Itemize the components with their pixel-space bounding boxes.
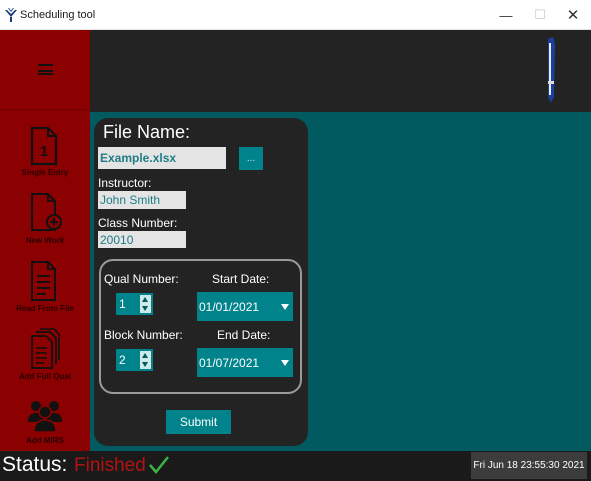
add-mirs-icon: [28, 401, 62, 433]
block-number-label: Block Number:: [104, 328, 183, 342]
maximize-button[interactable]: ☐: [522, 4, 558, 26]
spin-down-icon[interactable]: [142, 362, 148, 367]
sidebar-item-label: New Work: [25, 236, 65, 245]
end-date-picker[interactable]: 01/07/2021: [197, 348, 293, 377]
qual-number-value: 1: [119, 297, 126, 311]
spin-up-icon[interactable]: [142, 353, 148, 358]
status-value: Finished: [74, 455, 146, 476]
submit-button[interactable]: Submit: [166, 410, 231, 434]
block-number-spinbox[interactable]: 2: [116, 349, 153, 371]
dropdown-arrow-icon[interactable]: [281, 304, 289, 310]
dropdown-arrow-icon[interactable]: [281, 360, 289, 366]
spin-arrows: [140, 295, 151, 313]
qual-number-label: Qual Number:: [104, 272, 179, 286]
end-date-value: 01/07/2021: [199, 356, 260, 370]
file-name-label: File Name:: [103, 122, 191, 142]
single-entry-icon: 1: [30, 126, 58, 166]
menu-toggle-button[interactable]: [0, 30, 90, 110]
add-full-qual-icon: [31, 328, 60, 369]
app-logo-icon: [5, 8, 17, 22]
sidebar-item-label: Add Full Qual: [19, 372, 71, 381]
sidebar-item-single-entry[interactable]: 1 Single Entry: [0, 126, 90, 192]
start-date-picker[interactable]: 01/01/2021: [197, 292, 293, 321]
minimize-button[interactable]: —: [488, 4, 524, 26]
single-entry-number: 1: [40, 143, 48, 160]
sidebar-item-add-full-qual[interactable]: Add Full Qual: [0, 328, 90, 394]
pen-icon: [548, 37, 555, 103]
class-number-label: Class Number:: [98, 216, 178, 230]
instructor-label: Instructor:: [98, 176, 152, 190]
new-work-icon: [31, 193, 62, 231]
hamburger-icon: [37, 64, 53, 75]
sidebar-item-label: Single Entry: [21, 168, 69, 177]
block-number-value: 2: [119, 353, 126, 367]
check-icon: [149, 456, 169, 474]
spin-arrows: [140, 351, 151, 369]
window-title: Scheduling tool: [20, 9, 96, 21]
header-bar: [90, 30, 591, 112]
sidebar: 1 Single Entry New Work Read From File A…: [0, 30, 90, 451]
read-from-file-icon: [31, 261, 56, 301]
sidebar-item-new-work[interactable]: New Work: [0, 192, 90, 258]
spin-down-icon[interactable]: [142, 306, 148, 311]
class-number-input[interactable]: [98, 231, 186, 248]
file-name-input[interactable]: [98, 147, 226, 169]
start-date-value: 01/01/2021: [199, 300, 260, 314]
status-label: Status:: [2, 453, 68, 476]
close-button[interactable]: ✕: [555, 4, 591, 26]
browse-button[interactable]: ...: [239, 147, 263, 170]
qual-number-spinbox[interactable]: 1: [116, 293, 153, 315]
datetime-display: Fri Jun 18 23:55:30 2021: [471, 452, 587, 479]
sidebar-item-read-from-file[interactable]: Read From File: [0, 260, 90, 326]
spin-up-icon[interactable]: [142, 297, 148, 302]
start-date-label: Start Date:: [212, 272, 270, 286]
end-date-label: End Date:: [217, 328, 271, 342]
title-bar: Scheduling tool — ☐ ✕: [0, 0, 591, 30]
sidebar-item-label: Add MIRS: [26, 436, 64, 445]
sidebar-item-label: Read From File: [16, 304, 74, 313]
instructor-input[interactable]: [98, 191, 186, 209]
